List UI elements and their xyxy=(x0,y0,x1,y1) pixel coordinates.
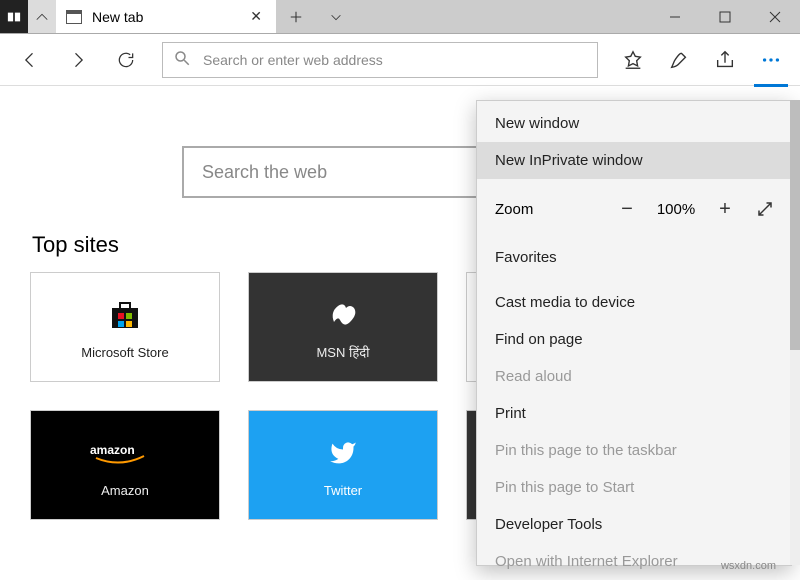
web-search-placeholder: Search the web xyxy=(202,162,327,183)
menu-new-inprivate[interactable]: New InPrivate window xyxy=(477,142,791,179)
window-close-button[interactable] xyxy=(750,0,800,33)
amazon-icon: amazon xyxy=(90,433,160,473)
zoom-out-button[interactable]: − xyxy=(611,193,643,225)
store-icon xyxy=(108,295,142,335)
tile-amazon[interactable]: amazon Amazon xyxy=(30,410,220,520)
refresh-button[interactable] xyxy=(104,38,148,82)
minimize-button[interactable] xyxy=(650,0,700,33)
tab-preview-button[interactable] xyxy=(28,0,56,33)
tile-msn-hindi[interactable]: MSN हिंदी xyxy=(248,272,438,382)
menu-favorites[interactable]: Favorites xyxy=(477,239,791,276)
taskview-button[interactable] xyxy=(0,0,28,33)
maximize-button[interactable] xyxy=(700,0,750,33)
menu-zoom-row: Zoom − 100% + xyxy=(477,187,791,231)
notes-button[interactable] xyxy=(658,38,700,82)
scrollbar-thumb[interactable] xyxy=(790,100,800,350)
watermark: wsxdn.com xyxy=(721,560,776,572)
search-icon xyxy=(173,49,191,70)
tile-microsoft-store[interactable]: Microsoft Store xyxy=(30,272,220,382)
menu-print[interactable]: Print xyxy=(477,395,791,432)
share-button[interactable] xyxy=(704,38,746,82)
browser-tab[interactable]: New tab ✕ xyxy=(56,0,276,33)
settings-menu: New window New InPrivate window Zoom − 1… xyxy=(476,100,792,566)
twitter-icon xyxy=(326,433,360,473)
vertical-scrollbar[interactable] xyxy=(790,100,800,565)
favorites-button[interactable] xyxy=(612,38,654,82)
tabs-dropdown-button[interactable] xyxy=(316,0,356,33)
nav-toolbar: Search or enter web address xyxy=(0,34,800,86)
more-button[interactable] xyxy=(750,38,792,82)
tab-title: New tab xyxy=(92,9,143,25)
tab-close-button[interactable]: ✕ xyxy=(250,8,262,25)
window-controls xyxy=(650,0,800,33)
tile-label: Twitter xyxy=(324,483,362,498)
tab-favicon-icon xyxy=(66,10,82,24)
address-placeholder: Search or enter web address xyxy=(203,52,383,68)
menu-pin-start: Pin this page to Start xyxy=(477,469,791,506)
svg-text:amazon: amazon xyxy=(90,443,135,457)
menu-pin-taskbar: Pin this page to the taskbar xyxy=(477,432,791,469)
fullscreen-button[interactable] xyxy=(749,193,781,225)
toolbar-right xyxy=(612,38,792,82)
menu-new-window[interactable]: New window xyxy=(477,105,791,142)
msn-icon xyxy=(326,293,360,333)
menu-cast[interactable]: Cast media to device xyxy=(477,284,791,321)
zoom-label: Zoom xyxy=(495,201,533,218)
zoom-in-button[interactable]: + xyxy=(709,193,741,225)
tile-label: Amazon xyxy=(101,483,149,498)
menu-find[interactable]: Find on page xyxy=(477,321,791,358)
forward-button[interactable] xyxy=(56,38,100,82)
back-button[interactable] xyxy=(8,38,52,82)
more-button-active-indicator xyxy=(754,84,788,87)
zoom-value: 100% xyxy=(651,201,701,218)
title-bar: New tab ✕ xyxy=(0,0,800,34)
address-bar[interactable]: Search or enter web address xyxy=(162,42,598,78)
new-tab-button[interactable] xyxy=(276,0,316,33)
menu-dev-tools[interactable]: Developer Tools xyxy=(477,506,791,543)
tile-label: Microsoft Store xyxy=(81,345,168,360)
menu-read-aloud: Read aloud xyxy=(477,358,791,395)
tile-label: MSN हिंदी xyxy=(316,343,369,361)
tile-twitter[interactable]: Twitter xyxy=(248,410,438,520)
